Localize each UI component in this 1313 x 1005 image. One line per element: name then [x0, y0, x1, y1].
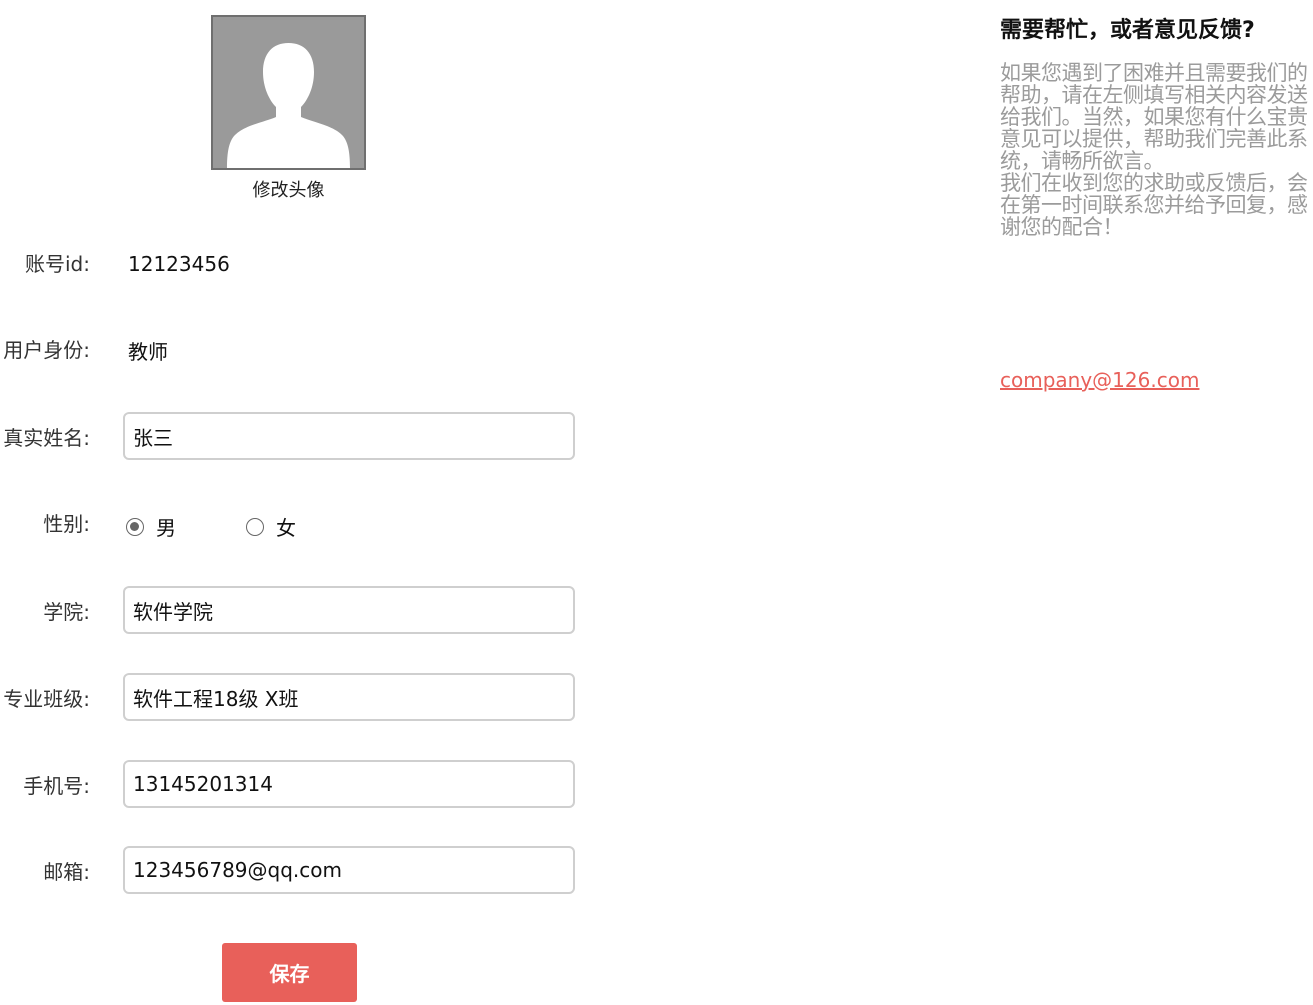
- radio-male[interactable]: [126, 517, 144, 536]
- gender-radio-group: 男 女: [126, 512, 366, 541]
- college-label: 学院:: [43, 600, 90, 624]
- account-id-row: 账号id: 12123456: [0, 248, 600, 300]
- real-name-input[interactable]: [123, 412, 575, 460]
- phone-input[interactable]: [123, 760, 575, 808]
- help-paragraph: 如果您遇到了困难并且需要我们的帮助，请在左侧填写相关内容发送给我们。当然，如果您…: [1000, 61, 1308, 173]
- real-name-row: 真实姓名:: [0, 412, 600, 464]
- save-button[interactable]: 保存: [222, 943, 357, 1002]
- account-id-label: 账号id:: [25, 252, 90, 276]
- gender-option-female[interactable]: 女: [246, 512, 296, 541]
- email-input[interactable]: [123, 846, 575, 894]
- help-paragraph: 我们在收到您的求助或反馈后，会在第一时间联系您并给予回复，感谢您的配合！: [1000, 171, 1308, 239]
- help-panel: 需要帮忙，或者意见反馈? 如果您遇到了困难并且需要我们的帮助，请在左侧填写相关内…: [1000, 12, 1312, 238]
- profile-page: 修改头像 账号id: 12123456 用户身份: 教师 真实姓名: 性别: 男…: [0, 0, 1313, 1005]
- gender-option-male[interactable]: 男: [126, 512, 176, 541]
- email-row: 邮箱:: [0, 846, 600, 898]
- phone-label: 手机号:: [23, 774, 90, 798]
- user-silhouette-icon: [227, 43, 350, 168]
- radio-female[interactable]: [246, 517, 264, 536]
- contact-email-link[interactable]: company@126.com: [1000, 368, 1199, 392]
- change-avatar-link[interactable]: 修改头像: [211, 176, 366, 202]
- identity-row: 用户身份: 教师: [0, 334, 600, 386]
- college-row: 学院:: [0, 586, 600, 638]
- avatar[interactable]: [211, 15, 366, 170]
- gender-row: 性别: 男 女: [0, 508, 600, 560]
- email-label: 邮箱:: [43, 860, 90, 884]
- real-name-label: 真实姓名:: [3, 426, 90, 450]
- identity-label: 用户身份:: [3, 338, 90, 362]
- class-label: 专业班级:: [3, 687, 90, 711]
- gender-label: 性别:: [43, 512, 90, 536]
- identity-value: 教师: [128, 340, 168, 364]
- help-title: 需要帮忙，或者意见反馈?: [1000, 18, 1255, 43]
- account-id-value: 12123456: [128, 252, 230, 276]
- gender-option-label: 女: [276, 516, 296, 540]
- class-row: 专业班级:: [0, 673, 600, 725]
- college-input[interactable]: [123, 586, 575, 634]
- phone-row: 手机号:: [0, 760, 600, 812]
- class-input[interactable]: [123, 673, 575, 721]
- gender-option-label: 男: [156, 516, 176, 540]
- help-body: 如果您遇到了困难并且需要我们的帮助，请在左侧填写相关内容发送给我们。当然，如果您…: [1000, 62, 1312, 238]
- avatar-section: 修改头像: [211, 15, 366, 202]
